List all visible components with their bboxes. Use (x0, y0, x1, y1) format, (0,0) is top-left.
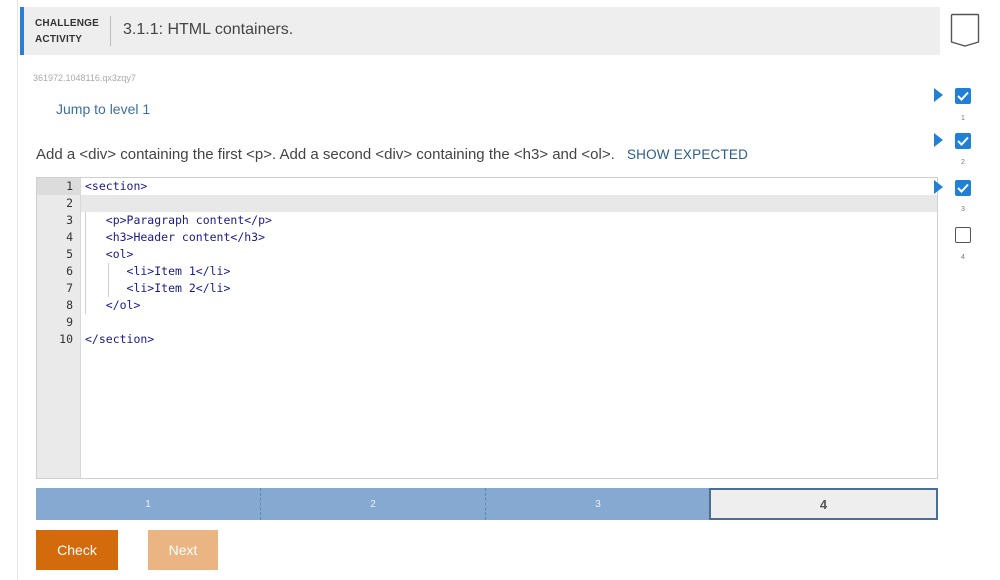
code-editor[interactable]: 1 2 3 4 5 6 7 8 9 10 <section> <p>Paragraph conte… (36, 177, 938, 479)
level-pointer-icon (934, 88, 943, 102)
code-line[interactable]: <ol> (85, 246, 134, 263)
progress-level-label: 3 (595, 498, 601, 510)
checkmark-icon (955, 88, 971, 104)
activity-header: CHALLENGE ACTIVITY 3.1.1: HTML container… (20, 7, 940, 55)
level-number: 2 (961, 159, 965, 166)
code-line[interactable]: <p>Paragraph content</p> (85, 212, 272, 229)
checkmark-icon (955, 180, 971, 196)
editor-active-line (81, 195, 937, 212)
line-number: 9 (66, 315, 73, 329)
progress-level-4[interactable]: 4 (709, 488, 938, 520)
progress-level-label: 2 (370, 498, 376, 510)
level-indicator-4[interactable]: 4 (955, 227, 973, 261)
line-number: 1 (66, 179, 73, 193)
level-number: 1 (961, 115, 965, 122)
progress-level-label: 4 (819, 496, 828, 512)
code-line[interactable]: </section> (85, 331, 154, 348)
header-accent-bar (20, 7, 24, 55)
editor-gutter: 1 2 3 4 5 6 7 8 9 10 (37, 178, 81, 478)
code-line[interactable]: <li>Item 1</li> (85, 263, 231, 280)
activity-id: 361972.1048116.qx3zqy7 (33, 73, 136, 83)
instructions: Add a <div> containing the first <p>. Ad… (36, 146, 748, 163)
code-line[interactable]: <section> (85, 178, 147, 195)
progress-level-2[interactable]: 2 (261, 488, 486, 520)
line-number: 10 (59, 332, 73, 346)
line-number: 5 (66, 247, 73, 261)
level-indicator-3[interactable]: 3 (955, 180, 973, 213)
activity-type-label: CHALLENGE ACTIVITY (35, 18, 100, 45)
activity-title: 3.1.1: HTML containers. (123, 21, 294, 38)
progress-level-3[interactable]: 3 (486, 488, 710, 520)
header-separator (110, 16, 111, 46)
unchecked-box-icon (955, 227, 971, 243)
line-number: 3 (66, 213, 73, 227)
level-indicator-2[interactable]: 2 (955, 133, 973, 166)
code-line[interactable]: <h3>Header content</h3> (85, 229, 265, 246)
level-pointer-icon (934, 133, 943, 147)
jump-to-level-link[interactable]: Jump to level 1 (56, 101, 150, 117)
level-number: 3 (961, 206, 965, 213)
line-number: 2 (66, 196, 73, 210)
level-progress-bar: 1 2 3 4 (36, 488, 938, 520)
line-number: 8 (66, 298, 73, 312)
line-number: 4 (66, 230, 73, 244)
line-number: 6 (66, 264, 73, 278)
level-pointer-icon (934, 180, 943, 194)
show-expected-button[interactable]: SHOW EXPECTED (627, 147, 748, 162)
checkmark-icon (955, 133, 971, 149)
check-button[interactable]: Check (36, 530, 118, 570)
level-indicator-1[interactable]: 1 (955, 88, 973, 122)
level-number: 4 (961, 254, 965, 261)
progress-level-1[interactable]: 1 (36, 488, 261, 520)
page-left-rule (17, 0, 18, 580)
code-line[interactable]: </ol> (85, 297, 141, 314)
code-line[interactable]: <li>Item 2</li> (85, 280, 231, 297)
line-number: 7 (66, 281, 73, 295)
next-button[interactable]: Next (148, 530, 218, 570)
instructions-text: Add a <div> containing the first <p>. Ad… (36, 146, 615, 163)
bookmark-icon[interactable] (950, 13, 980, 47)
progress-level-label: 1 (145, 498, 151, 510)
